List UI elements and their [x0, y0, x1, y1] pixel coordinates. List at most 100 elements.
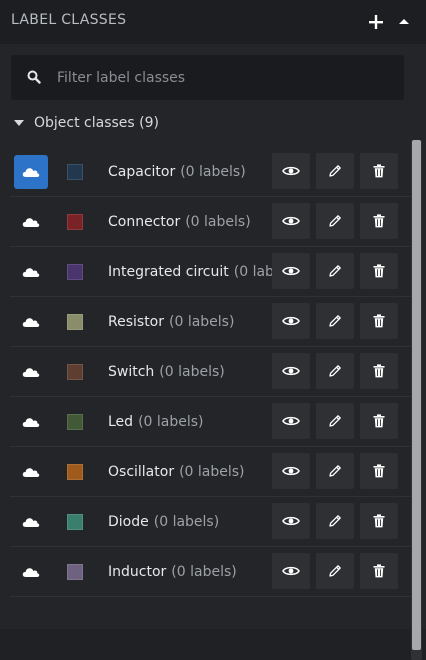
view-class-button[interactable]	[272, 453, 310, 489]
pencil-icon	[329, 515, 341, 527]
toggle-visibility-button[interactable]	[14, 505, 48, 539]
pencil-icon	[329, 365, 341, 377]
class-row-diode: Diode (0 labels)	[10, 497, 411, 547]
class-color-swatch	[67, 414, 83, 430]
class-label: Diode (0 labels)	[108, 497, 280, 546]
class-label: Led (0 labels)	[108, 397, 280, 446]
delete-class-button[interactable]	[360, 353, 398, 389]
class-row-integrated-circuit: Integrated circuit (0 labels)	[10, 247, 411, 297]
delete-class-button[interactable]	[360, 303, 398, 339]
trash-icon	[373, 264, 385, 278]
caret-up-icon	[399, 19, 409, 24]
edit-class-button[interactable]	[316, 153, 354, 189]
toggle-visibility-button[interactable]	[14, 405, 48, 439]
delete-class-button[interactable]	[360, 203, 398, 239]
class-color-swatch	[67, 164, 83, 180]
class-row-led: Led (0 labels)	[10, 397, 411, 447]
class-color-swatch	[67, 564, 83, 580]
class-color-swatch	[67, 314, 83, 330]
class-color-swatch	[67, 464, 83, 480]
add-class-button[interactable]	[366, 10, 386, 34]
toggle-visibility-button[interactable]	[14, 205, 48, 239]
view-class-button[interactable]	[272, 253, 310, 289]
class-label-count: (0 labels)	[171, 563, 237, 580]
eye-icon	[282, 516, 300, 526]
label-classes-panel: Object classes (9) Capacitor (0 labels)	[0, 44, 426, 660]
object-classes-group-toggle[interactable]: Object classes (9)	[14, 112, 159, 134]
toggle-visibility-button[interactable]	[14, 305, 48, 339]
edit-class-button[interactable]	[316, 453, 354, 489]
class-label-count: (0 labels)	[180, 163, 246, 180]
class-label: Capacitor (0 labels)	[108, 147, 280, 196]
trash-icon	[373, 314, 385, 328]
class-label-count: (0 labels)	[185, 213, 251, 230]
trash-icon	[373, 514, 385, 528]
toggle-visibility-button[interactable]	[14, 455, 48, 489]
view-class-button[interactable]	[272, 553, 310, 589]
pencil-icon	[329, 315, 341, 327]
edit-class-button[interactable]	[316, 403, 354, 439]
filter-classes-input[interactable]	[57, 55, 387, 100]
delete-class-button[interactable]	[360, 403, 398, 439]
delete-class-button[interactable]	[360, 503, 398, 539]
cloud-icon	[22, 318, 40, 327]
eye-icon	[282, 416, 300, 426]
view-class-button[interactable]	[272, 503, 310, 539]
pencil-icon	[329, 215, 341, 227]
class-color-swatch	[67, 264, 83, 280]
edit-class-button[interactable]	[316, 553, 354, 589]
trash-icon	[373, 564, 385, 578]
scrollbar-thumb[interactable]	[412, 140, 421, 650]
class-label: Integrated circuit (0 labels)	[108, 247, 280, 296]
edit-class-button[interactable]	[316, 203, 354, 239]
pencil-icon	[329, 265, 341, 277]
edit-class-button[interactable]	[316, 353, 354, 389]
caret-down-icon	[14, 120, 24, 126]
toggle-visibility-button[interactable]	[14, 555, 48, 589]
eye-icon	[282, 566, 300, 576]
eye-icon	[282, 266, 300, 276]
class-row-oscillator: Oscillator (0 labels)	[10, 447, 411, 497]
group-label: Object classes (9)	[34, 115, 159, 131]
cloud-icon	[22, 468, 40, 477]
view-class-button[interactable]	[272, 403, 310, 439]
class-color-swatch	[67, 364, 83, 380]
class-label: Oscillator (0 labels)	[108, 447, 280, 496]
pencil-icon	[329, 165, 341, 177]
collapse-panel-button[interactable]	[394, 10, 414, 34]
toggle-visibility-button[interactable]	[14, 255, 48, 289]
trash-icon	[373, 414, 385, 428]
toggle-visibility-button[interactable]	[14, 155, 48, 189]
view-class-button[interactable]	[272, 203, 310, 239]
view-class-button[interactable]	[272, 303, 310, 339]
toggle-visibility-button[interactable]	[14, 355, 48, 389]
cloud-icon	[22, 218, 40, 227]
view-class-button[interactable]	[272, 153, 310, 189]
class-color-swatch	[67, 514, 83, 530]
cloud-icon	[22, 418, 40, 427]
edit-class-button[interactable]	[316, 303, 354, 339]
class-name: Switch	[108, 363, 155, 380]
cloud-icon	[22, 368, 40, 377]
class-row-switch: Switch (0 labels)	[10, 347, 411, 397]
class-label: Inductor (0 labels)	[108, 547, 280, 596]
delete-class-button[interactable]	[360, 453, 398, 489]
cloud-icon	[22, 518, 40, 527]
class-name: Integrated circuit	[108, 263, 229, 280]
trash-icon	[373, 164, 385, 178]
cloud-icon	[22, 568, 40, 577]
view-class-button[interactable]	[272, 353, 310, 389]
delete-class-button[interactable]	[360, 153, 398, 189]
class-label-count: (0 labels)	[179, 463, 245, 480]
search-icon	[27, 70, 41, 84]
delete-class-button[interactable]	[360, 553, 398, 589]
delete-class-button[interactable]	[360, 253, 398, 289]
trash-icon	[373, 214, 385, 228]
scrollbar[interactable]	[411, 140, 422, 660]
edit-class-button[interactable]	[316, 253, 354, 289]
class-name: Connector	[108, 213, 181, 230]
class-label-count: (0 labels)	[138, 413, 204, 430]
class-name: Led	[108, 413, 134, 430]
pencil-icon	[329, 565, 341, 577]
edit-class-button[interactable]	[316, 503, 354, 539]
